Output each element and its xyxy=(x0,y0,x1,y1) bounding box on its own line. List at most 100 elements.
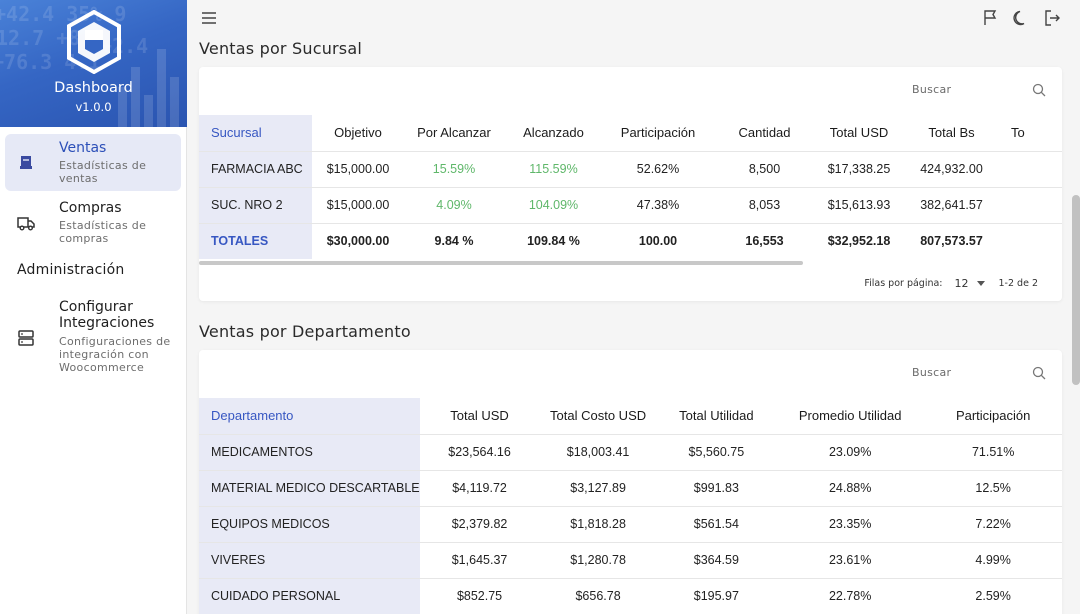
flag-icon[interactable] xyxy=(981,9,999,27)
table-cell xyxy=(1001,222,1062,259)
table-row: EQUIPOS MEDICOS $2,379.82 $1,818.28 $561… xyxy=(199,505,1062,542)
column-header[interactable]: To xyxy=(1001,115,1062,151)
department-sales-card: Buscar Departamento Total USD Total Cost… xyxy=(199,350,1062,614)
search-placeholder: Buscar xyxy=(912,83,952,96)
sidebar-item-sublabel: Estadísticas de ventas xyxy=(59,159,147,185)
table-cell: $3,127.89 xyxy=(539,469,657,506)
table-cell: $30,000.00 xyxy=(312,222,404,259)
column-header[interactable]: Sucursal xyxy=(199,115,312,151)
table-header-row: Departamento Total USD Total Costo USD T… xyxy=(199,398,1062,434)
table-cell: $17,338.25 xyxy=(816,150,902,187)
table-cell: FARMACIA ABC xyxy=(199,150,312,187)
search-icon[interactable] xyxy=(1032,366,1046,380)
search-input[interactable]: Buscar xyxy=(912,81,1052,101)
table-cell: 23.35% xyxy=(776,505,925,542)
table-cell: $656.78 xyxy=(539,577,657,614)
sidebar-item-compras[interactable]: Compras Estadísticas de compras xyxy=(5,194,181,251)
table-cell: $2,379.82 xyxy=(419,505,540,542)
column-header[interactable]: Por Alcanzar xyxy=(404,115,504,151)
branch-sales-card: Buscar Sucursal Objetivo Por Alcanzar Al… xyxy=(199,67,1062,301)
sidebar-item-sublabel: Estadísticas de compras xyxy=(59,219,147,245)
column-header[interactable]: Promedio Utilidad xyxy=(776,398,924,434)
table-cell: $18,003.41 xyxy=(539,433,657,470)
section-title-administracion: Administración xyxy=(17,262,125,278)
table-cell: 2.59% xyxy=(924,577,1062,614)
column-header[interactable]: Participación xyxy=(603,115,713,151)
table-cell: $1,818.28 xyxy=(539,505,657,542)
rows-per-page-select[interactable]: 12 xyxy=(955,277,969,290)
table-cell: $991.83 xyxy=(656,469,777,506)
sidebar-item-label: Compras xyxy=(59,200,122,216)
horizontal-scrollbar[interactable] xyxy=(199,261,803,265)
table-cell: 23.09% xyxy=(776,433,925,470)
table-row: MEDICAMENTOS $23,564.16 $18,003.41 $5,56… xyxy=(199,433,1062,470)
table-row: FARMACIA ABC $15,000.00 15.59% 115.59% 5… xyxy=(199,150,1062,187)
table-cell: $15,000.00 xyxy=(312,186,404,223)
column-header[interactable]: Total USD xyxy=(420,398,540,434)
table-row: VIVERES $1,645.37 $1,280.78 $364.59 23.6… xyxy=(199,541,1062,578)
app-title: Dashboard xyxy=(54,80,133,96)
sidebar-item-ventas[interactable]: Ventas Estadísticas de ventas xyxy=(5,134,181,191)
table-cell: 52.62% xyxy=(603,150,713,187)
table-cell: CUIDADO PERSONAL xyxy=(199,577,420,614)
table-row-totals: TOTALES $30,000.00 9.84 % 109.84 % 100.0… xyxy=(199,222,1062,259)
column-header[interactable]: Total Bs xyxy=(902,115,1001,151)
table-cell: $23,564.16 xyxy=(419,433,540,470)
table-cell xyxy=(1001,186,1062,223)
table-cell: $15,613.93 xyxy=(816,186,902,223)
table-cell: 16,553 xyxy=(713,222,816,259)
logout-icon[interactable] xyxy=(1043,9,1061,27)
column-header[interactable]: Participación xyxy=(924,398,1062,434)
server-icon xyxy=(18,330,34,346)
table-cell: 71.51% xyxy=(924,433,1062,470)
section-heading-department-sales: Ventas por Departamento xyxy=(199,322,411,341)
table-cell: 104.09% xyxy=(504,186,603,223)
table-cell: 8,500 xyxy=(713,150,816,187)
table-cell: 4.99% xyxy=(924,541,1062,578)
table-cell: $852.75 xyxy=(419,577,540,614)
search-icon[interactable] xyxy=(1032,83,1046,97)
search-input[interactable]: Buscar xyxy=(912,364,1052,384)
app-version: v1.0.0 xyxy=(75,100,112,114)
chevron-down-icon[interactable] xyxy=(976,281,985,286)
menu-icon[interactable] xyxy=(200,9,218,27)
pagination: Filas por página: 12 1-2 de 2 xyxy=(864,277,1038,290)
department-sales-table: Departamento Total USD Total Costo USD T… xyxy=(199,398,1062,614)
section-heading-branch-sales: Ventas por Sucursal xyxy=(199,39,362,58)
column-header[interactable]: Alcanzado xyxy=(504,115,603,151)
table-row: SUC. NRO 2 $15,000.00 4.09% 104.09% 47.3… xyxy=(199,186,1062,223)
table-cell: $1,280.78 xyxy=(539,541,657,578)
table-cell: 8,053 xyxy=(713,186,816,223)
column-header[interactable]: Objetivo xyxy=(312,115,404,151)
table-cell: VIVERES xyxy=(199,541,420,578)
vertical-scrollbar[interactable] xyxy=(1072,195,1080,385)
table-cell: MATERIAL MEDICO DESCARTABLE xyxy=(199,469,420,506)
column-header[interactable]: Total USD xyxy=(816,115,902,151)
column-header[interactable]: Departamento xyxy=(199,398,420,434)
pagination-range: 1-2 de 2 xyxy=(998,278,1038,289)
table-cell: SUC. NRO 2 xyxy=(199,186,312,223)
sidebar: +42.4 35% 9 12.7 +8.3 +76.3 4.1 +2.4 Das… xyxy=(0,0,187,614)
table-cell: $5,560.75 xyxy=(656,433,777,470)
column-header[interactable]: Total Utilidad xyxy=(657,398,776,434)
table-cell: 7.22% xyxy=(924,505,1062,542)
sidebar-item-configurar-integraciones[interactable]: Configurar Integraciones Configuraciones… xyxy=(5,295,181,377)
table-cell: $4,119.72 xyxy=(419,469,540,506)
table-cell: 9.84 % xyxy=(404,222,504,259)
truck-icon xyxy=(17,217,35,231)
table-cell: EQUIPOS MEDICOS xyxy=(199,505,420,542)
table-cell: $195.97 xyxy=(656,577,777,614)
table-row: CUIDADO PERSONAL $852.75 $656.78 $195.97… xyxy=(199,577,1062,614)
table-header-row: Sucursal Objetivo Por Alcanzar Alcanzado… xyxy=(199,115,1062,151)
sidebar-item-sublabel: Configuraciones de integración con Wooco… xyxy=(59,335,171,374)
table-cell: 47.38% xyxy=(603,186,713,223)
moon-icon[interactable] xyxy=(1012,9,1030,27)
table-cell: 100.00 xyxy=(603,222,713,259)
table-cell: $1,645.37 xyxy=(419,541,540,578)
column-header[interactable]: Cantidad xyxy=(713,115,816,151)
table-cell: 115.59% xyxy=(504,150,603,187)
column-header[interactable]: Total Costo USD xyxy=(539,398,656,434)
sidebar-header: +42.4 35% 9 12.7 +8.3 +76.3 4.1 +2.4 Das… xyxy=(0,0,187,127)
logo-icon xyxy=(67,10,121,74)
table-cell: TOTALES xyxy=(199,222,312,259)
